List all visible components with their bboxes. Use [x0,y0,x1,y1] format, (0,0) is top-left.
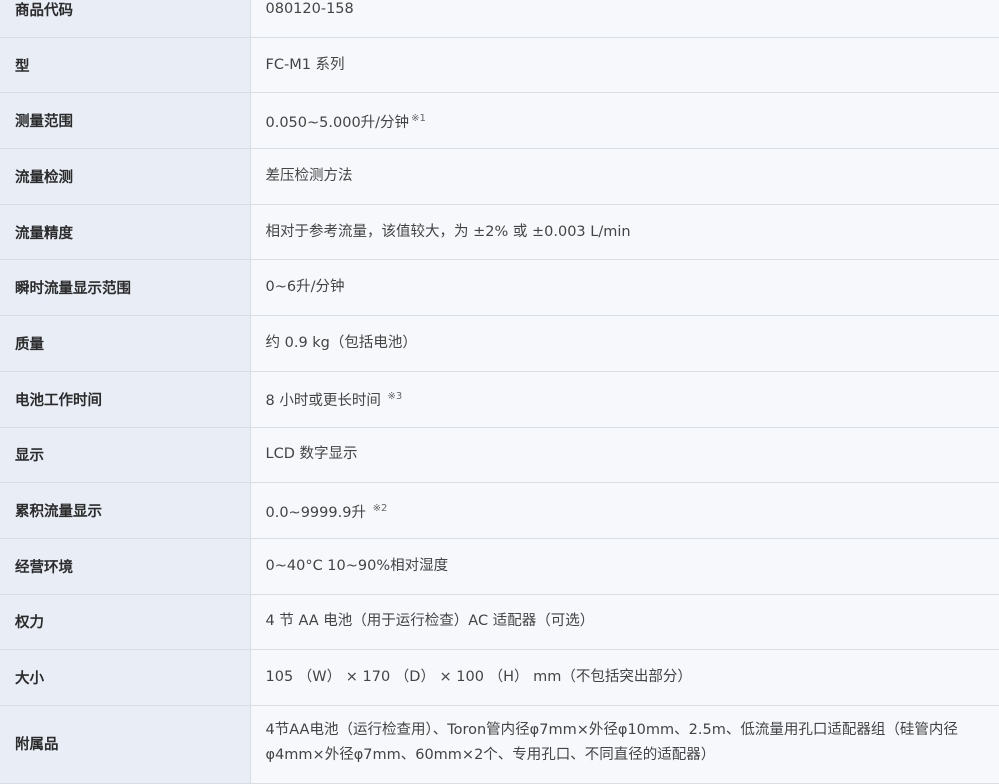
spec-row-cumulative-flow: 累积流量显示 0.0~9999.9升 ※2 [0,482,999,539]
footnote-mark: ※1 [411,112,426,124]
spec-value: 080120-158 [250,0,999,38]
spec-value: 约 0.9 kg（包括电池） [250,315,999,372]
spec-value: 0~6升/分钟 [250,259,999,317]
spec-label: 商品代码 [0,0,251,38]
spec-label: 附属品 [0,704,251,784]
spec-row-flow-accuracy: 流量精度 相对于参考流量，该值较大，为 ±2% 或 ±0.003 L/min [0,203,999,261]
spec-value: 8 小时或更长时间 ※3 [250,370,999,428]
spec-value-text: 0~6升/分钟 [265,279,345,296]
spec-table: 商品代码 080120-158 型 FC-M1 系列 测量范围 0.050~5.… [0,0,999,784]
spec-value-text: 105 （W） × 170 （D） × 100 （H） mm（不包括突出部分） [265,669,692,686]
spec-row-accessories: 附属品 4节AA电池（运行检查用）、Toron管内径φ7mm×外径φ10mm、2… [0,704,999,784]
spec-row-model: 型 FC-M1 系列 [0,36,999,94]
spec-value: 4 节 AA 电池（用于运行检查）AC 适配器（可选） [250,593,999,651]
spec-row-flow-detection: 流量检测 差压检测方法 [0,148,999,205]
spec-row-mass: 质量 约 0.9 kg（包括电池） [0,315,999,372]
spec-label: 瞬时流量显示范围 [0,259,251,317]
spec-row-battery-time: 电池工作时间 8 小时或更长时间 ※3 [0,370,999,428]
spec-label: 质量 [0,315,251,372]
spec-value: 相对于参考流量，该值较大，为 ±2% 或 ±0.003 L/min [250,203,999,261]
spec-label: 型 [0,36,251,94]
spec-value-text: 080120-158 [265,0,354,17]
spec-label: 电池工作时间 [0,370,251,428]
spec-row-environment: 经营环境 0~40°C 10~90%相对湿度 [0,537,999,595]
spec-value: 0.050~5.000升/分钟 ※1 [250,92,999,150]
spec-value-text: 差压检测方法 [265,167,353,184]
spec-value: 差压检测方法 [250,148,999,205]
spec-label: 累积流量显示 [0,482,251,539]
spec-row-instant-flow-range: 瞬时流量显示范围 0~6升/分钟 [0,259,999,317]
spec-label: 流量精度 [0,203,251,261]
spec-value-text: 约 0.9 kg（包括电池） [265,334,417,351]
spec-value-text: 8 小时或更长时间 [265,393,381,410]
spec-value: 105 （W） × 170 （D） × 100 （H） mm（不包括突出部分） [250,649,999,706]
spec-value: LCD 数字显示 [250,426,999,484]
spec-row-measurement-range: 测量范围 0.050~5.000升/分钟 ※1 [0,92,999,150]
spec-value-text: 0~40°C 10~90%相对湿度 [265,557,449,574]
spec-label: 经营环境 [0,537,251,595]
spec-label: 显示 [0,426,251,484]
spec-label: 流量检测 [0,148,251,205]
spec-value-text: 4 节 AA 电池（用于运行检查）AC 适配器（可选） [265,613,595,630]
spec-value-text: FC-M1 系列 [265,56,345,73]
spec-row-power: 权力 4 节 AA 电池（用于运行检查）AC 适配器（可选） [0,593,999,651]
spec-value-text: 相对于参考流量，该值较大，为 ±2% 或 ±0.003 L/min [265,223,631,240]
spec-value-text: 4节AA电池（运行检查用）、Toron管内径φ7mm×外径φ10mm、2.5m、… [265,722,958,764]
spec-row-display: 显示 LCD 数字显示 [0,426,999,484]
spec-value-text: 0.050~5.000升/分钟 [265,114,410,131]
spec-value-text: LCD 数字显示 [265,446,358,463]
spec-value: FC-M1 系列 [250,36,999,94]
spec-row-product-code: 商品代码 080120-158 [0,0,999,38]
footnote-mark: ※3 [387,391,403,403]
spec-row-size: 大小 105 （W） × 170 （D） × 100 （H） mm（不包括突出部… [0,649,999,706]
spec-label: 大小 [0,649,251,706]
spec-value: 0~40°C 10~90%相对湿度 [250,537,999,595]
footnote-mark: ※2 [372,502,388,514]
spec-value: 4节AA电池（运行检查用）、Toron管内径φ7mm×外径φ10mm、2.5m、… [250,704,999,784]
spec-value: 0.0~9999.9升 ※2 [250,482,999,539]
spec-label: 权力 [0,593,251,651]
spec-label: 测量范围 [0,92,251,150]
spec-value-text: 0.0~9999.9升 [265,504,366,521]
